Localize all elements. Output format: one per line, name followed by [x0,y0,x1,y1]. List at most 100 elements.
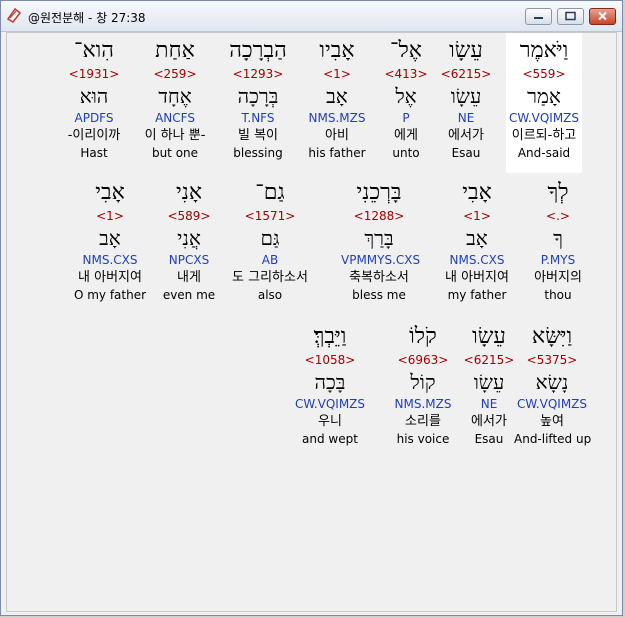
lexical-form: אָב [466,226,488,250]
word-cell[interactable]: אֶל־ <413> אֶל P 에게 unto [368,33,444,161]
word-cell[interactable]: קֹלוֹ <6963> קוֹל NMS.MZS 소리를 his voice [385,319,461,447]
english-gloss: and wept [302,432,358,446]
word-cell[interactable]: אָבִי <1> אָב NMS.CXS 내 아버지여 my father [439,175,515,303]
korean-gloss: 에게 [394,128,418,143]
english-gloss: Hast [80,146,108,160]
english-gloss: unto [392,146,420,160]
english-gloss: bless me [352,288,406,302]
english-gloss: but one [151,146,199,160]
strong-number: <1293> [232,67,284,81]
hebrew-word: אֶל־ [390,38,422,63]
lexical-form: בְּרָכָה [237,84,279,108]
parsing-code: ANCFS [155,111,195,125]
lexical-form: בָּרַךְ [364,226,394,250]
korean-gloss: 내 아버지여 [445,270,509,285]
korean-gloss: 도 그리하소서 [232,270,308,285]
hebrew-word: בָּרְכֵנִי [356,180,402,205]
lexical-form: אָמַר [527,84,561,108]
strong-number: <1288> [353,209,405,223]
parsing-code: NMS.CXS [449,253,505,267]
minimize-button[interactable] [525,8,552,25]
strong-number: <1571> [244,209,296,223]
lexical-form: עֵשָׂו [473,370,505,394]
strong-number: <1> [96,209,124,223]
hebrew-word: הִוא־ [74,38,114,63]
lexical-form: אָב [326,84,348,108]
english-gloss: And-said [517,146,571,160]
korean-gloss: 이 하나 뿐- [144,128,206,143]
parsing-code: AB [261,253,279,267]
hebrew-word: קֹלוֹ [409,324,437,349]
hebrew-word: אָבִי [462,180,492,205]
parsing-code: NE [480,397,498,411]
parsing-code: T.NFS [241,111,275,125]
hebrew-word: אָבִיו [319,38,355,63]
hebrew-word: הַבְרָכָה [229,38,287,63]
lexical-form: אֶחָד [158,84,192,108]
parsing-code: CW.VQIMZS [508,111,580,125]
strong-number: <1931> [68,67,120,81]
hebrew-word: אַחַת [155,38,195,63]
lexical-form: אָב [99,226,121,250]
strong-number: <6963> [397,353,449,367]
parsing-code: NMS.MZS [308,111,366,125]
maximize-icon [565,11,576,21]
hebrew-word: וַיֹּאמֶר [519,38,569,63]
strong-number: <413> [384,67,428,81]
english-gloss: blessing [233,146,283,160]
strong-number: <589> [167,209,211,223]
app-window: @원전분해 - 창 27:38 וַיֹּאמֶר <559> אָמַר CW.VQ… [0,0,623,616]
parsing-code: NMS.MZS [394,397,452,411]
parsing-code: NMS.CXS [82,253,138,267]
korean-gloss: 우니 [318,414,342,429]
lexical-form: קוֹל [410,370,436,394]
strong-number: <259> [153,67,197,81]
parsing-code: APDFS [74,111,114,125]
korean-gloss: 아버지의 [534,270,582,285]
parsing-code: VPMMYS.CXS [341,253,421,267]
strong-number: <.> [546,209,570,223]
word-cell[interactable]: וַיֵּבְךְּ׃ <1058> בָּכָה CW.VQIMZS 우니 and we… [292,319,368,447]
word-cell[interactable]: גַם־ <1571> גַּם AB 도 그리하소서 also [232,175,308,303]
word-cell[interactable]: אָנִי <589> אֲנִי NPCXS 내게 even me [151,175,227,303]
hebrew-word: לְךָ [547,180,569,205]
korean-gloss: 소리를 [405,414,441,429]
lexical-form: ךָ [553,226,563,250]
korean-gloss: 축복하소서 [349,270,409,285]
english-gloss: Esau [474,432,504,446]
english-gloss: also [257,288,283,302]
korean-gloss: 내 아버지여 [78,270,142,285]
strong-number: <559> [522,67,566,81]
word-cell[interactable]: אַחַת <259> אֶחָד ANCFS 이 하나 뿐-but one [137,33,213,161]
korean-gloss: -이리이까 [67,128,121,143]
hebrew-word: גַם־ [255,180,285,205]
word-cell[interactable]: עֵשָׂו <6215> עֵשָׂו NE 에서가 Esau [451,319,527,447]
word-cell[interactable]: אָבִיו <1> אָב NMS.MZS 아비 his father [299,33,375,161]
word-cell[interactable]: בָּרְכֵנִי <1288> בָּרַךְ VPMMYS.CXS 축복하소서 bl… [341,175,421,303]
lexical-form: גַּם [260,226,280,250]
hebrew-word: אָבִי [95,180,125,205]
word-cell[interactable]: וַיֹּאמֶר <559> אָמַר CW.VQIMZS 이르되-하고 And-sa… [506,33,582,173]
close-button[interactable] [589,8,616,25]
korean-gloss: 에서가 [471,414,507,429]
lexical-form: אֶל [395,84,417,108]
maximize-button[interactable] [557,8,584,25]
korean-gloss: 빌 복이 [237,128,278,143]
korean-gloss: 내게 [177,270,201,285]
word-cell[interactable]: הִוא־ <1931> הוּא APDFS -이리이까 Hast [56,33,132,161]
english-gloss: even me [162,288,216,302]
hebrew-word: אָנִי [175,180,203,205]
parsing-code: CW.VQIMZS [294,397,366,411]
title-bar[interactable]: @원전분해 - 창 27:38 [1,1,622,32]
analysis-pane: וַיֹּאמֶר <559> אָמַר CW.VQIMZS 이르되-하고 And-sa… [6,32,617,612]
lexical-form: הוּא [79,84,109,108]
word-cell[interactable]: אָבִי <1> אָב NMS.CXS 내 아버지여 O my father [72,175,148,303]
parsing-code: NPCXS [168,253,210,267]
parsing-code: P [402,111,410,125]
word-cell[interactable]: הַבְרָכָה <1293> בְּרָכָה T.NFS 빌 복이 blessing [220,33,296,161]
word-cell[interactable]: לְךָ <.> ךָ P.MYS 아버지의 thou [520,175,596,303]
minimize-icon [534,17,543,19]
korean-gloss: 아비 [325,128,349,143]
strong-number: <1> [323,67,351,81]
close-icon [598,11,607,21]
